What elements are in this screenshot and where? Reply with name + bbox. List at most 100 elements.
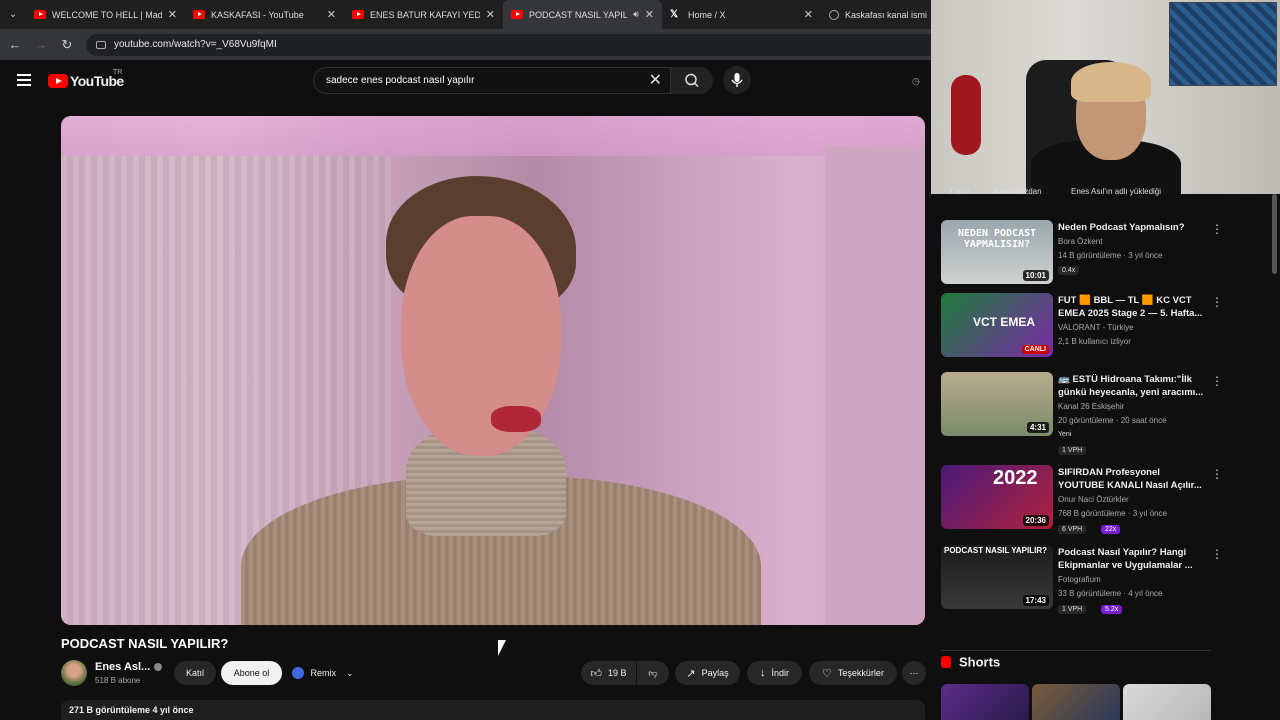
microphone-icon	[731, 73, 743, 87]
browser-tab[interactable]: 𝕏 Home / X ✕	[662, 0, 821, 29]
speaker-icon[interactable]: 🔊︎	[633, 9, 639, 20]
recommendation-item[interactable]: VCT EMEA CANLI FUT 🟧 BBL — TL 🟧 KC VCT E…	[941, 293, 1223, 361]
like-button[interactable]: 👍︎ 19 B	[581, 661, 636, 685]
tab-search-chevron-icon[interactable]: ⌄	[0, 0, 26, 29]
more-vertical-icon[interactable]: ⋮	[1211, 374, 1223, 388]
vph-badge: 1 VPH	[1058, 446, 1087, 455]
video-title[interactable]: Podcast Nasıl Yapılır? Hangi Ekipmanlar …	[1058, 546, 1208, 572]
more-vertical-icon[interactable]: ⋮	[1211, 467, 1223, 481]
share-label: Paylaş	[701, 668, 729, 678]
video-title[interactable]: SIFIRDAN Profesyonel YOUTUBE KANALI Nası…	[1058, 466, 1208, 492]
vph-badge: 6 VPH	[1058, 525, 1087, 534]
share-button[interactable]: ↗ Paylaş	[675, 661, 740, 685]
thumbnail[interactable]: VCT EMEA CANLI	[941, 293, 1053, 357]
video-title[interactable]: FUT 🟧 BBL — TL 🟧 KC VCT EMEA 2025 Stage …	[1058, 294, 1208, 320]
recommendation-item[interactable]: NEDEN PODCAST YAPMALISIN? 10:01 Neden Po…	[941, 220, 1223, 288]
forward-arrow-icon[interactable]: →	[30, 37, 52, 52]
thumbnail-text: 2022	[993, 467, 1038, 489]
channel-avatar[interactable]	[61, 660, 87, 686]
thumbnail[interactable]: NEDEN PODCAST YAPMALISIN? 10:01	[941, 220, 1053, 284]
channel-name[interactable]: Fotografium	[1058, 574, 1101, 586]
history-icon[interactable]: ◷	[912, 76, 920, 87]
thanks-icon: ♡	[822, 667, 832, 680]
close-tab-icon[interactable]: ✕	[486, 8, 495, 21]
globe-icon	[829, 9, 839, 20]
shorts-icon	[941, 655, 951, 668]
video-meta: 33 B görüntüleme · 4 yıl önce	[1058, 589, 1163, 598]
video-title[interactable]: 🚌 ESTÜ Hidroana Takımı:"İlk günkü heyeca…	[1058, 373, 1208, 399]
chip-from-search[interactable]: Aramanızdan	[994, 186, 1042, 197]
multiplier-badge: 22x	[1101, 525, 1121, 534]
recommendation-item[interactable]: 2022 20:36 SIFIRDAN Profesyonel YOUTUBE …	[941, 465, 1223, 534]
remix-icon	[292, 667, 305, 679]
video-meta: 2,1 B kullanıcı izliyor	[1058, 337, 1131, 346]
chips-next-chevron-icon[interactable]: ›	[1189, 186, 1192, 197]
recommendation-item[interactable]: PODCAST NASIL YAPILIR? 17:43 Podcast Nas…	[941, 545, 1223, 614]
channel-name[interactable]: Onur Naci Öztürkler	[1058, 494, 1129, 506]
channel-name-wrap[interactable]: Enes Asl...	[95, 661, 163, 673]
channel-name[interactable]: Bora Özkent	[1058, 236, 1102, 248]
dislike-button[interactable]: 👎︎	[637, 661, 669, 685]
download-button[interactable]: ↓ İndir	[747, 661, 802, 685]
remix-button[interactable]: Remix ⌄	[287, 661, 359, 685]
browser-tab[interactable]: ENES BATUR KAFAYI YEDİ. - Yo ✕	[344, 0, 503, 29]
channel-row: Enes Asl... 518 B abone Katıl Abone ol R…	[61, 658, 931, 690]
clear-search-icon[interactable]: ✕	[649, 68, 662, 93]
close-tab-icon[interactable]: ✕	[168, 8, 177, 21]
more-vertical-icon[interactable]: ⋮	[1211, 222, 1223, 236]
close-tab-icon[interactable]: ✕	[327, 8, 336, 21]
more-actions-button[interactable]: ⋯	[902, 661, 926, 685]
short-thumbnail[interactable]	[941, 684, 1029, 720]
video-title[interactable]: Neden Podcast Yapmalısın?	[1058, 221, 1208, 234]
channel-name[interactable]: VALORANT - Türkiye	[1058, 322, 1134, 334]
close-tab-icon[interactable]: ✕	[804, 8, 813, 21]
tab-title: WELCOME TO HELL | Madara C	[52, 9, 162, 20]
download-icon: ↓	[759, 667, 766, 679]
channel-name[interactable]: Kanal 26 Eskişehir	[1058, 401, 1124, 413]
browser-tab[interactable]: KASKAFASI - YouTube ✕	[185, 0, 344, 29]
thumbnail-text: NEDEN PODCAST YAPMALISIN?	[957, 228, 1037, 250]
more-vertical-icon[interactable]: ⋮	[1211, 295, 1223, 309]
voice-search-button[interactable]	[723, 66, 751, 94]
short-thumbnail[interactable]	[1032, 684, 1120, 720]
share-icon: ↗	[686, 667, 696, 680]
thanks-button[interactable]: ♡ Teşekkürler	[809, 661, 897, 685]
description-box[interactable]: 271 B görüntüleme 4 yıl önce	[61, 700, 925, 720]
youtube-icon	[34, 10, 46, 19]
tab-title: ENES BATUR KAFAYI YEDİ. - Yo	[370, 9, 480, 20]
close-tab-icon[interactable]: ✕	[645, 8, 654, 21]
short-thumbnail[interactable]	[1123, 684, 1211, 720]
back-arrow-icon[interactable]: ←	[4, 37, 26, 52]
thumbnail[interactable]: 2022 20:36	[941, 465, 1053, 529]
hamburger-menu-icon[interactable]	[17, 74, 31, 89]
channel-name[interactable]: Enes Asl...	[95, 661, 150, 673]
more-vertical-icon[interactable]: ⋮	[1211, 547, 1223, 561]
like-count: 19 B	[607, 668, 627, 678]
reload-icon[interactable]: ↻	[56, 37, 78, 53]
search-input[interactable]: sadece enes podcast nasıl yapılır ✕	[313, 67, 671, 94]
duration-badge: 17:43	[1022, 595, 1049, 606]
recommendation-item[interactable]: 4:31 🚌 ESTÜ Hidroana Takımı:"İlk günkü h…	[941, 372, 1223, 455]
join-button[interactable]: Katıl	[174, 661, 216, 685]
search-query: sadece enes podcast nasıl yapılır	[326, 75, 475, 86]
url-field[interactable]: youtube.com/watch?v=_V68Vu9fqMI	[86, 33, 946, 56]
views-and-date: 271 B görüntüleme 4 yıl önce	[69, 705, 194, 715]
subscribe-button[interactable]: Abone ol	[221, 661, 282, 685]
chevron-down-icon: ⌄	[345, 667, 354, 678]
sidebar: Tümü Aramanızdan Enes Asıl'ın adlı yükle…	[931, 0, 1280, 720]
thumbnail[interactable]: 4:31	[941, 372, 1053, 436]
youtube-logo[interactable]: YouTube TR	[48, 69, 124, 89]
site-info-icon[interactable]	[96, 40, 106, 49]
thumbnail[interactable]: PODCAST NASIL YAPILIR? 17:43	[941, 545, 1053, 609]
scrollbar[interactable]	[1272, 194, 1277, 274]
youtube-icon	[193, 10, 205, 19]
browser-tab-active[interactable]: PODCAST NASIL YAPILIR? 🔊︎ ✕	[503, 0, 662, 29]
search-button[interactable]	[671, 67, 713, 94]
video-title: PODCAST NASIL YAPILIR?	[61, 636, 229, 651]
chip-all[interactable]: Tümü	[949, 186, 969, 197]
chip-channel[interactable]: Enes Asıl'ın adlı yüklediği	[1071, 186, 1161, 197]
video-player[interactable]	[61, 116, 925, 625]
live-badge: CANLI	[1021, 345, 1049, 354]
thumbnail-text: PODCAST NASIL YAPILIR?	[944, 546, 1047, 555]
browser-tab[interactable]: WELCOME TO HELL | Madara C ✕	[26, 0, 185, 29]
